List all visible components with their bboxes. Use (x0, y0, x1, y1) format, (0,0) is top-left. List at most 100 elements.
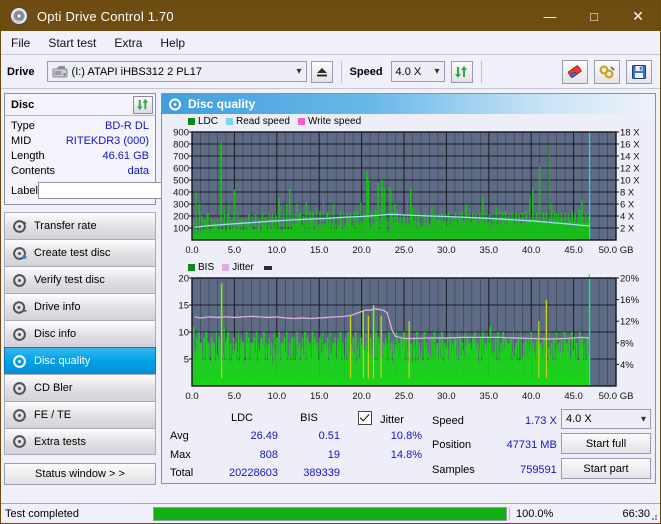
cell-ldc: 26.49 (250, 430, 278, 443)
sidebar-item-disc-info[interactable]: Disc info (4, 320, 156, 347)
svg-text:30.0: 30.0 (437, 245, 456, 256)
svg-text:10.0: 10.0 (268, 391, 287, 402)
svg-text:4 X: 4 X (620, 212, 635, 223)
sidebar-item-drive-info[interactable]: Drive info (4, 293, 156, 320)
svg-text:600: 600 (173, 164, 189, 175)
eject-button[interactable] (310, 60, 333, 83)
svg-text:20.0: 20.0 (352, 391, 371, 402)
cell-jitter (340, 464, 422, 482)
menu-item-help[interactable]: Help (160, 36, 185, 50)
disc-icon (12, 219, 28, 233)
erase-button[interactable] (562, 59, 588, 84)
sidebar-item-verify-test-disc[interactable]: Verify test disc (4, 266, 156, 293)
row-label: Max (170, 448, 191, 461)
sidebar-item-create-test-disc[interactable]: Create test disc (4, 239, 156, 266)
application-window: Opti Drive Control 1.70 — □ ✕ File Start… (0, 0, 661, 524)
menu-item-extra[interactable]: Extra (114, 36, 142, 50)
legend-label: Write speed (307, 116, 362, 127)
sidebar-item-label: FE / TE (34, 409, 72, 421)
table-row: Avg 26.49 0.51 10.8% (162, 427, 422, 445)
disc-icon (168, 97, 182, 111)
cell-bis: 389339 (303, 466, 340, 479)
bis-chart-svg: 5 10 15 20 4% 8% 12% 16% 20% 0.0 5.0 10.0 15.0 20.0 25… (178, 274, 640, 402)
svg-text:16 X: 16 X (620, 140, 640, 151)
sidebar-item-extra-tests[interactable]: Extra tests (4, 428, 156, 455)
speed-select[interactable]: 4.0 X ▾ (390, 61, 445, 82)
jitter-label: Jitter (380, 413, 404, 426)
row-label: Total (170, 466, 194, 479)
svg-text:18 X: 18 X (620, 128, 640, 139)
disc-icon (12, 327, 28, 341)
stat-key: Samples (432, 463, 475, 476)
ldc-chart-legend: LDC Read speed Write speed (162, 114, 655, 128)
sidebar-item-transfer-rate[interactable]: Transfer rate (4, 212, 156, 239)
disc-row-key: Length (11, 149, 45, 162)
table-row: Total 20228603 389339 (162, 464, 422, 482)
legend-swatch (222, 264, 230, 271)
disc-refresh-button[interactable] (133, 95, 153, 114)
sidebar-item-disc-quality[interactable]: Disc quality (4, 347, 156, 374)
svg-text:50.0 GB: 50.0 GB (599, 245, 634, 256)
bis-chart[interactable]: 5 10 15 20 4% 8% 12% 16% 20% 0.0 5.0 10.0 15.0 20.0 25… (162, 274, 655, 406)
save-button[interactable] (626, 59, 652, 84)
disc-row-value: 46.61 GB (102, 149, 149, 162)
jitter-checkbox[interactable] (358, 410, 373, 425)
disc-panel-title: Disc (11, 98, 35, 111)
legend-swatch (297, 118, 305, 125)
drive-select[interactable]: (I:) ATAPI iHBS312 2 PL17 ▾ (46, 61, 307, 82)
svg-text:5.0: 5.0 (228, 245, 241, 256)
refresh-button[interactable] (450, 60, 473, 83)
chevron-down-icon: ▾ (296, 66, 302, 77)
start-part-button[interactable]: Start part (561, 458, 651, 479)
table-header-row: LDC BIS Jitter (162, 409, 422, 427)
stat-value: 47731 MB (506, 439, 557, 452)
svg-text:6 X: 6 X (620, 200, 635, 211)
legend-label: Read speed (236, 116, 290, 127)
window-controls: — □ ✕ (528, 1, 660, 31)
status-window-button[interactable]: Status window > > (4, 463, 156, 485)
plug-button[interactable] (594, 59, 620, 84)
eraser-icon (567, 64, 582, 78)
svg-text:10 X: 10 X (620, 176, 640, 187)
disc-icon (12, 273, 28, 287)
maximize-button[interactable]: □ (572, 1, 616, 31)
minimize-button[interactable]: — (528, 1, 572, 31)
svg-text:40.0: 40.0 (522, 391, 541, 402)
sidebar-item-fe-te[interactable]: FE / TE (4, 401, 156, 428)
close-button[interactable]: ✕ (616, 1, 660, 31)
svg-text:20%: 20% (620, 274, 640, 285)
ldc-chart[interactable]: 100 200 300 400 500 600 700 800 900 2 X4 X6 X8 X1… (162, 128, 655, 260)
column-header-jitter: Jitter (340, 409, 422, 427)
cell-ldc: 20228603 (229, 466, 278, 479)
svg-text:900: 900 (173, 128, 189, 139)
svg-text:10.0: 10.0 (268, 245, 287, 256)
menu-item-file[interactable]: File (11, 36, 30, 50)
jitter-marker-icon (263, 265, 272, 270)
stat-value: 1.73 X (524, 415, 557, 428)
cell-jitter: 10.8% (390, 430, 422, 443)
svg-text:5: 5 (184, 355, 189, 366)
sidebar-item-label: Transfer rate (34, 220, 97, 232)
resize-grip-icon[interactable] (648, 511, 658, 521)
eject-icon (316, 67, 327, 76)
svg-text:700: 700 (173, 152, 189, 163)
plug-icon (599, 64, 615, 79)
disc-row-value: BD-R DL (104, 119, 149, 132)
sidebar-item-cd-bler[interactable]: CD Bler (4, 374, 156, 401)
test-speed-select[interactable]: 4.0 X ▾ (561, 409, 651, 429)
sidebar-item-label: Extra tests (34, 435, 86, 448)
svg-text:20: 20 (178, 274, 189, 285)
content-panel: Disc quality LDC Read speed Write speed (161, 93, 656, 484)
legend-entry-write-speed: Write speed (297, 116, 362, 127)
chevron-down-icon: ▾ (434, 66, 440, 77)
svg-text:2 X: 2 X (620, 224, 635, 235)
bis-chart-legend: BIS Jitter (162, 260, 655, 274)
legend-entry-ldc: LDC (188, 116, 218, 127)
action-button-column: 4.0 X ▾ Start full Start part (561, 409, 651, 479)
run-stats-table: Speed 1.73 X Position 47731 MB Samples 7595… (432, 409, 557, 482)
disc-row-key: Type (11, 119, 35, 132)
start-full-button[interactable]: Start full (561, 433, 651, 454)
legend-entry-jitter: Jitter (222, 262, 254, 273)
disc-row-key: MID (11, 134, 32, 147)
menu-item-start-test[interactable]: Start test (48, 36, 96, 50)
